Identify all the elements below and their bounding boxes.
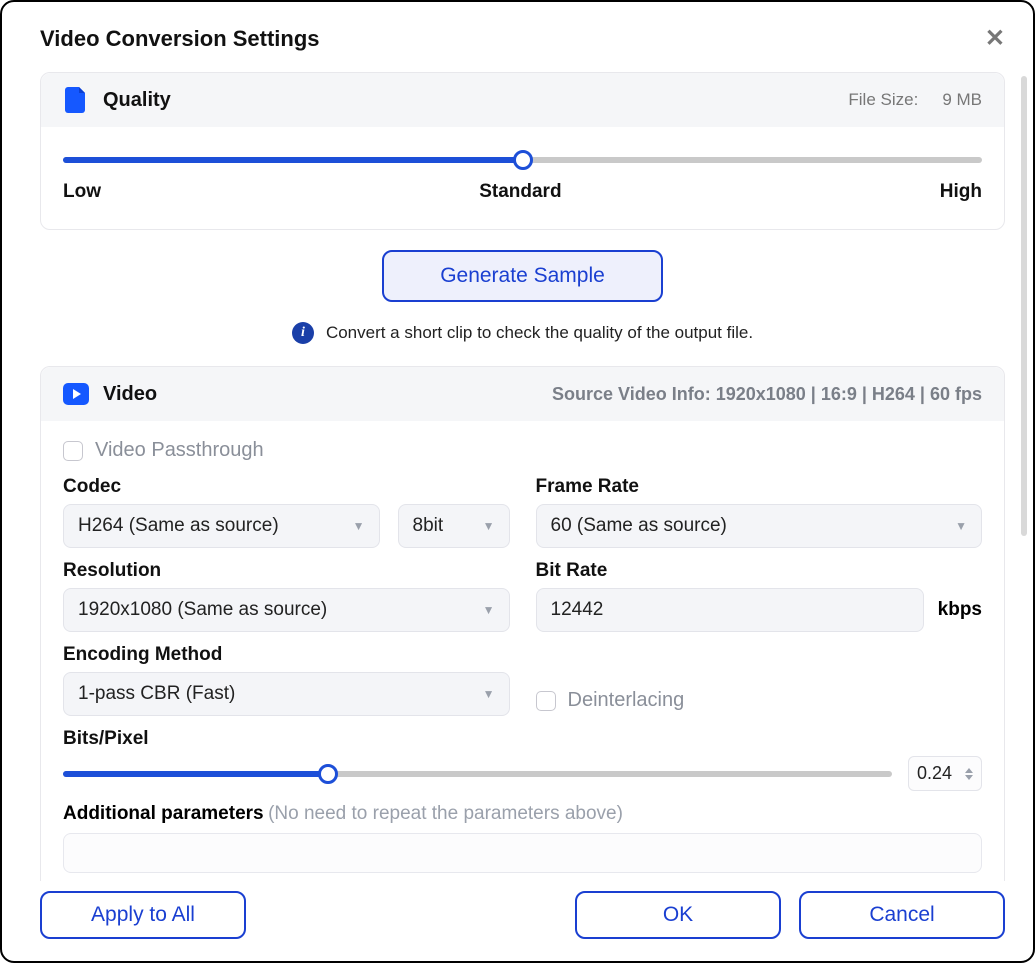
dialog-body: Quality File Size: 9 MB Low Standard Hig… <box>2 62 1033 881</box>
framerate-value: 60 (Same as source) <box>551 515 727 537</box>
chevron-down-icon: ▼ <box>483 687 495 701</box>
play-icon <box>63 381 89 407</box>
resolution-select[interactable]: 1920x1080 (Same as source) ▼ <box>63 588 510 632</box>
additional-params-label: Additional parameters <box>63 803 264 824</box>
framerate-select[interactable]: 60 (Same as source) ▼ <box>536 504 983 548</box>
file-icon <box>63 87 89 113</box>
resolution-label: Resolution <box>63 560 510 582</box>
encoding-select[interactable]: 1-pass CBR (Fast) ▼ <box>63 672 510 716</box>
bitdepth-select[interactable]: 8bit ▼ <box>398 504 510 548</box>
sample-hint-row: i Convert a short clip to check the qual… <box>292 322 753 344</box>
bitrate-label: Bit Rate <box>536 560 983 582</box>
chevron-down-icon: ▼ <box>353 519 365 533</box>
deinterlacing-checkbox[interactable] <box>536 691 556 711</box>
resolution-value: 1920x1080 (Same as source) <box>78 599 327 621</box>
quality-slider-thumb[interactable] <box>513 150 533 170</box>
bitrate-unit: kbps <box>938 599 982 621</box>
deinterlacing-label: Deinterlacing <box>568 689 685 712</box>
bitrate-value: 12442 <box>551 599 604 620</box>
quality-slider-fill <box>63 157 523 163</box>
bits-pixel-input[interactable]: 0.24 <box>908 756 982 791</box>
ok-button[interactable]: OK <box>575 891 781 939</box>
scrollbar[interactable] <box>1021 76 1027 536</box>
codec-label: Codec <box>63 476 510 498</box>
bits-pixel-label: Bits/Pixel <box>63 728 982 750</box>
dialog-title: Video Conversion Settings <box>40 26 320 52</box>
generate-sample-button[interactable]: Generate Sample <box>382 250 663 302</box>
additional-params-input[interactable] <box>63 833 982 873</box>
info-icon: i <box>292 322 314 344</box>
bitrate-field: Bit Rate 12442 kbps <box>536 560 983 632</box>
apply-to-all-button[interactable]: Apply to All <box>40 891 246 939</box>
quality-header: Quality File Size: 9 MB <box>41 73 1004 127</box>
sample-hint-text: Convert a short clip to check the qualit… <box>326 323 753 343</box>
close-icon[interactable]: ✕ <box>985 27 1005 51</box>
video-header: Video Source Video Info: 1920x1080 | 16:… <box>41 367 1004 421</box>
source-video-info: Source Video Info: 1920x1080 | 16:9 | H2… <box>552 384 982 405</box>
chevron-down-icon: ▼ <box>955 519 967 533</box>
cancel-button[interactable]: Cancel <box>799 891 1005 939</box>
file-size-value: 9 MB <box>942 90 982 110</box>
quality-mid-label: Standard <box>479 181 561 203</box>
framerate-label: Frame Rate <box>536 476 983 498</box>
bitrate-input[interactable]: 12442 <box>536 588 924 632</box>
passthrough-checkbox[interactable] <box>63 441 83 461</box>
bits-pixel-slider-thumb[interactable] <box>318 764 338 784</box>
file-size-label: File Size: <box>848 90 918 110</box>
codec-field: Codec H264 (Same as source) ▼ 8bit ▼ <box>63 476 510 548</box>
stepper-icon[interactable] <box>965 768 973 780</box>
encoding-value: 1-pass CBR (Fast) <box>78 683 235 705</box>
passthrough-label: Video Passthrough <box>95 439 264 462</box>
codec-value: H264 (Same as source) <box>78 515 279 537</box>
resolution-field: Resolution 1920x1080 (Same as source) ▼ <box>63 560 510 632</box>
framerate-field: Frame Rate 60 (Same as source) ▼ <box>536 476 983 548</box>
video-section: Video Source Video Info: 1920x1080 | 16:… <box>40 366 1005 881</box>
dialog-footer: Apply to All OK Cancel <box>2 881 1033 961</box>
video-title: Video <box>103 383 157 406</box>
bits-pixel-value: 0.24 <box>917 763 952 784</box>
chevron-down-icon: ▼ <box>483 603 495 617</box>
encoding-label: Encoding Method <box>63 644 510 666</box>
passthrough-row: Video Passthrough <box>63 439 982 462</box>
quality-slider-labels: Low Standard High <box>63 181 982 203</box>
bits-pixel-slider[interactable] <box>63 771 892 777</box>
quality-slider[interactable] <box>63 157 982 163</box>
bitdepth-value: 8bit <box>413 515 444 537</box>
additional-params-field: Additional parameters (No need to repeat… <box>63 803 982 873</box>
quality-section: Quality File Size: 9 MB Low Standard Hig… <box>40 72 1005 230</box>
quality-title: Quality <box>103 89 171 112</box>
bits-pixel-slider-fill <box>63 771 328 777</box>
additional-params-hint: (No need to repeat the parameters above) <box>268 803 623 824</box>
dialog-header: Video Conversion Settings ✕ <box>2 2 1033 62</box>
video-conversion-dialog: Video Conversion Settings ✕ Quality File… <box>0 0 1035 963</box>
quality-low-label: Low <box>63 181 101 203</box>
sample-row: Generate Sample i Convert a short clip t… <box>40 250 1005 356</box>
codec-select[interactable]: H264 (Same as source) ▼ <box>63 504 380 548</box>
chevron-down-icon: ▼ <box>483 519 495 533</box>
deinterlacing-field: Deinterlacing <box>536 644 983 716</box>
encoding-field: Encoding Method 1-pass CBR (Fast) ▼ <box>63 644 510 716</box>
quality-high-label: High <box>940 181 982 203</box>
bits-pixel-field: Bits/Pixel 0.24 <box>63 728 982 791</box>
